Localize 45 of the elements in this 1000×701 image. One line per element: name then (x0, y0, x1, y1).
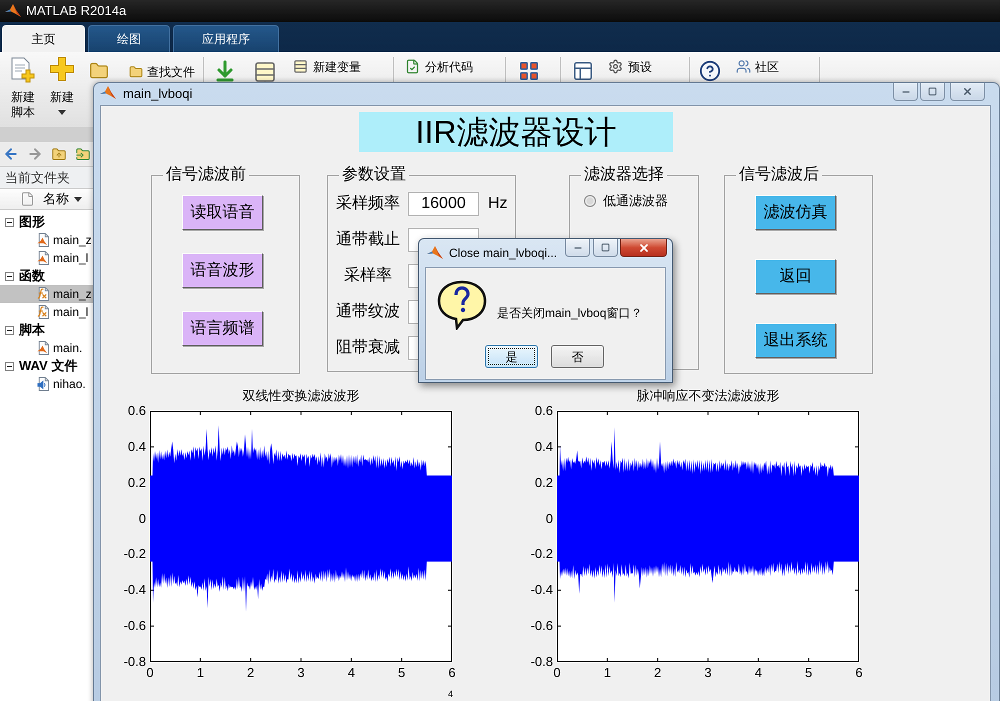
x-tick-label: 3 (296, 665, 306, 681)
dialog-message: 是否关闭main_lvboq窗口？ (497, 305, 642, 321)
axis-exponent: 4 (448, 689, 454, 699)
app-title: MATLAB R2014a (26, 3, 126, 19)
dialog-title: Close main_lvboqi... (449, 245, 558, 261)
field-label: 采样频率 (336, 194, 400, 214)
window-title: main_lvboqi (123, 86, 192, 102)
x-tick-label: 3 (703, 665, 713, 681)
gui-heading: IIR滤波器设计 (416, 113, 616, 151)
y-tick-label: -0.6 (530, 619, 553, 634)
y-tick-label: 0.4 (128, 440, 146, 454)
x-tick-label: 4 (346, 665, 356, 681)
y-tick-label: 0.6 (128, 404, 146, 418)
chart-title: 脉冲响应不变法滤波波形 (636, 387, 780, 405)
field-label: 采样率 (343, 266, 393, 286)
field-label: 阻带衰减 (336, 338, 400, 358)
y-tick-label: 0.2 (128, 476, 146, 490)
unit-label: Hz (488, 194, 508, 214)
chart-title: 双线性变换滤波波形 (242, 387, 360, 405)
y-tick-label: -0.2 (530, 547, 553, 562)
x-tick-label: 0 (552, 665, 562, 681)
x-tick-label: 1 (196, 665, 205, 681)
panel-title: 当前文件夹 (5, 170, 70, 186)
x-tick-label: 5 (397, 665, 406, 681)
y-tick-label: -0.4 (530, 583, 553, 598)
y-tick-label: 0 (546, 512, 553, 526)
field-label: 通带截止 (336, 230, 400, 250)
field-label: 通带纹波 (336, 302, 400, 322)
x-tick-label: 4 (754, 665, 763, 681)
y-tick-label: 0.2 (534, 476, 553, 490)
y-tick-label: -0.4 (124, 583, 146, 598)
y-tick-label: -0.8 (124, 654, 146, 669)
y-tick-label: 0 (138, 512, 146, 526)
y-tick-label: 0.6 (534, 404, 553, 418)
x-tick-label: 6 (854, 665, 864, 681)
x-tick-label: 6 (447, 665, 457, 681)
y-tick-label: 0.4 (534, 440, 553, 454)
x-tick-label: 1 (602, 665, 612, 681)
y-tick-label: -0.8 (530, 654, 553, 669)
y-tick-label: -0.2 (124, 547, 146, 562)
x-tick-label: 2 (653, 665, 662, 681)
x-tick-label: 2 (246, 665, 256, 681)
x-tick-label: 0 (146, 665, 155, 681)
x-tick-label: 5 (804, 665, 814, 681)
y-tick-label: -0.6 (124, 619, 146, 634)
